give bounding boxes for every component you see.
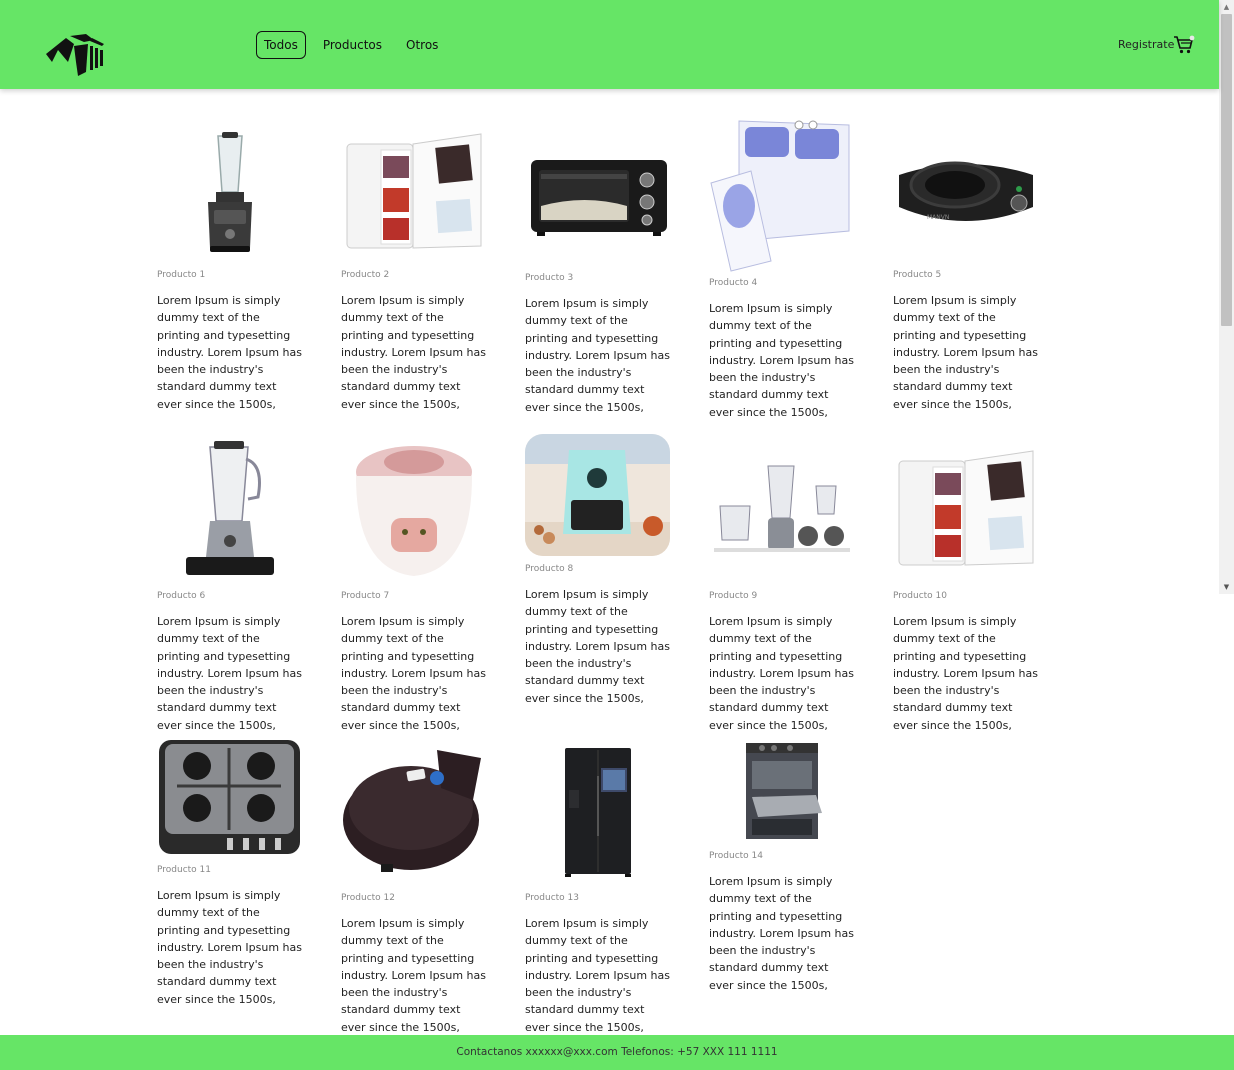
scroll-up-arrow-icon[interactable]: ▲: [1219, 0, 1234, 14]
product-name: Producto 9: [709, 591, 758, 601]
product-card[interactable]: Producto 7 Lorem Ipsum is simply dummy t…: [341, 434, 486, 734]
product-description: Lorem Ipsum is simply dummy text of the …: [525, 917, 670, 1034]
product-name: Producto 5: [893, 270, 942, 280]
product-name: Producto 11: [157, 865, 211, 875]
blender-icon: [157, 120, 302, 265]
footer: Contactanos xxxxxx@xxx.com Telefonos: +5…: [0, 1035, 1234, 1070]
product-name: Producto 6: [157, 591, 206, 601]
gas-stovetop-icon: [157, 737, 302, 857]
nav-item-productos[interactable]: Productos: [316, 31, 389, 59]
hot-plate-icon: MANVN: [893, 120, 1038, 265]
washing-machine-icon: [709, 108, 854, 278]
product-description: Lorem Ipsum is simply dummy text of the …: [709, 302, 854, 419]
cart-icon[interactable]: [1173, 35, 1195, 55]
product-name: Producto 2: [341, 270, 390, 280]
product-description: Lorem Ipsum is simply dummy text of the …: [709, 615, 854, 732]
nav-item-otros[interactable]: Otros: [399, 31, 445, 59]
product-name: Producto 1: [157, 270, 206, 280]
rice-cooker-icon: [341, 434, 486, 586]
product-card[interactable]: Producto 3 Lorem Ipsum is simply dummy t…: [525, 120, 670, 416]
product-description: Lorem Ipsum is simply dummy text of the …: [525, 588, 670, 705]
product-description: Lorem Ipsum is simply dummy text of the …: [157, 889, 302, 1006]
product-card[interactable]: Producto 14 Lorem Ipsum is simply dummy …: [709, 737, 854, 994]
page-scrollbar[interactable]: ▲ ▼: [1219, 0, 1234, 594]
product-card[interactable]: Producto 6 Lorem Ipsum is simply dummy t…: [157, 434, 302, 734]
product-name: Producto 3: [525, 273, 574, 283]
air-fryer-icon: [525, 434, 670, 556]
product-description: Lorem Ipsum is simply dummy text of the …: [341, 294, 486, 411]
product-name: Producto 8: [525, 564, 574, 574]
nav-item-todos[interactable]: Todos: [256, 31, 306, 59]
product-card[interactable]: Producto 1 Lorem Ipsum is simply dummy t…: [157, 120, 302, 413]
product-card[interactable]: Producto 13 Lorem Ipsum is simply dummy …: [525, 737, 670, 1036]
toaster-oven-icon: [525, 120, 670, 268]
waffle-maker-icon: [341, 737, 486, 887]
register-link[interactable]: Registrate: [1118, 38, 1174, 51]
top-navbar: Todos Productos Otros Registrate: [0, 0, 1219, 89]
product-card[interactable]: Producto 11 Lorem Ipsum is simply dummy …: [157, 737, 302, 1008]
mini-fridge-icon: [893, 434, 1038, 586]
product-card[interactable]: MANVN Producto 5 Lorem Ipsum is simply d…: [893, 120, 1038, 413]
product-description: Lorem Ipsum is simply dummy text of the …: [157, 615, 302, 732]
product-description: Lorem Ipsum is simply dummy text of the …: [893, 615, 1038, 732]
brand-logo[interactable]: [44, 32, 106, 76]
product-description: Lorem Ipsum is simply dummy text of the …: [525, 297, 670, 414]
product-name: Producto 7: [341, 591, 390, 601]
main-nav: Todos Productos Otros: [256, 31, 455, 59]
scroll-thumb[interactable]: [1221, 14, 1232, 326]
product-card[interactable]: Producto 8 Lorem Ipsum is simply dummy t…: [525, 434, 670, 707]
product-name: Producto 13: [525, 893, 579, 903]
blender-icon: [157, 434, 302, 586]
product-name: Producto 4: [709, 278, 758, 288]
product-card[interactable]: Producto 9 Lorem Ipsum is simply dummy t…: [709, 434, 854, 734]
mini-fridge-icon: [341, 120, 486, 265]
footer-contact-text: Contactanos xxxxxx@xxx.com Telefonos: +5…: [456, 1046, 778, 1058]
product-name: Producto 10: [893, 591, 947, 601]
product-card[interactable]: Producto 2 Lorem Ipsum is simply dummy t…: [341, 120, 486, 413]
product-description: Lorem Ipsum is simply dummy text of the …: [341, 917, 486, 1034]
product-card[interactable]: Producto 4 Lorem Ipsum is simply dummy t…: [709, 108, 854, 421]
product-description: Lorem Ipsum is simply dummy text of the …: [893, 294, 1038, 411]
product-card[interactable]: Producto 12 Lorem Ipsum is simply dummy …: [341, 737, 486, 1036]
product-description: Lorem Ipsum is simply dummy text of the …: [709, 875, 854, 992]
personal-blender-icon: [709, 434, 854, 586]
product-name: Producto 12: [341, 893, 395, 903]
product-description: Lorem Ipsum is simply dummy text of the …: [157, 294, 302, 411]
product-description: Lorem Ipsum is simply dummy text of the …: [341, 615, 486, 732]
oven-stove-icon: [709, 737, 854, 842]
product-card[interactable]: Producto 10 Lorem Ipsum is simply dummy …: [893, 434, 1038, 734]
product-name: Producto 14: [709, 851, 763, 861]
svg-text:MANVN: MANVN: [927, 214, 949, 221]
scroll-down-arrow-icon[interactable]: ▼: [1219, 580, 1234, 594]
refrigerator-icon: [525, 737, 670, 887]
